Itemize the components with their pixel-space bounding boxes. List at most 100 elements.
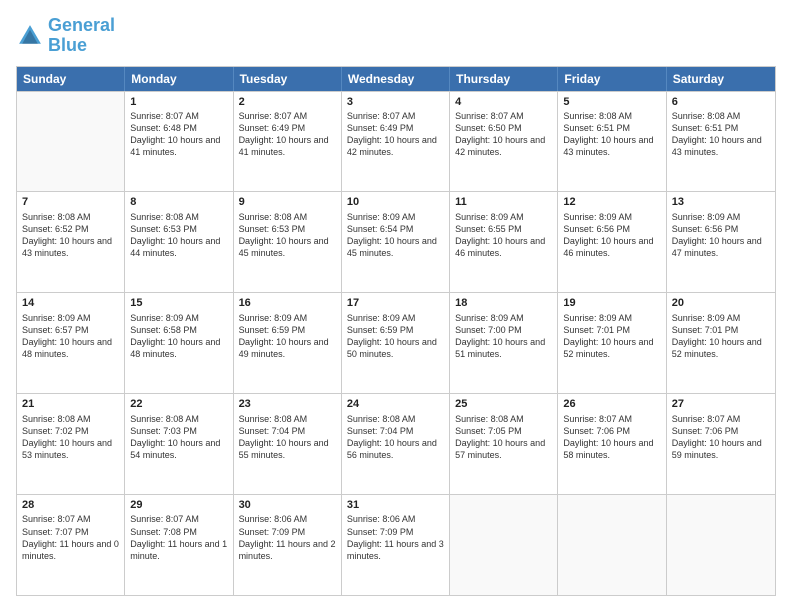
- day-number: 12: [563, 195, 660, 209]
- cell-details: Sunrise: 8:08 AM Sunset: 6:52 PM Dayligh…: [22, 211, 119, 260]
- day-cell-26: 26Sunrise: 8:07 AM Sunset: 7:06 PM Dayli…: [558, 394, 666, 494]
- day-cell-3: 3Sunrise: 8:07 AM Sunset: 6:49 PM Daylig…: [342, 92, 450, 192]
- empty-cell: [17, 92, 125, 192]
- day-cell-5: 5Sunrise: 8:08 AM Sunset: 6:51 PM Daylig…: [558, 92, 666, 192]
- day-cell-29: 29Sunrise: 8:07 AM Sunset: 7:08 PM Dayli…: [125, 495, 233, 595]
- day-cell-1: 1Sunrise: 8:07 AM Sunset: 6:48 PM Daylig…: [125, 92, 233, 192]
- day-cell-9: 9 Sunrise: 8:08 AM Sunset: 6:53 PM Daylig…: [234, 192, 342, 292]
- day-cell-25: 25 Sunrise: 8:08 AM Sunset: 7:05 PM Dayli…: [450, 394, 558, 494]
- calendar-row-2: 7 Sunrise: 8:08 AM Sunset: 6:52 PM Daylig…: [17, 191, 775, 292]
- day-cell-23: 23 Sunrise: 8:08 AM Sunset: 7:04 PM Dayli…: [234, 394, 342, 494]
- cell-details: Sunrise: 8:08 AM Sunset: 6:51 PM Dayligh…: [563, 110, 660, 159]
- cell-details: Sunrise: 8:07 AM Sunset: 7:06 PM Dayligh…: [672, 413, 770, 462]
- header-day-sunday: Sunday: [17, 67, 125, 91]
- day-cell-11: 11Sunrise: 8:09 AM Sunset: 6:55 PM Dayli…: [450, 192, 558, 292]
- cell-details: Sunrise: 8:07 AM Sunset: 7:06 PM Dayligh…: [563, 413, 660, 462]
- day-cell-31: 31Sunrise: 8:06 AM Sunset: 7:09 PM Dayli…: [342, 495, 450, 595]
- cell-details: Sunrise: 8:09 AM Sunset: 6:59 PM Dayligh…: [239, 312, 336, 361]
- day-cell-17: 17 Sunrise: 8:09 AM Sunset: 6:59 PM Dayli…: [342, 293, 450, 393]
- cell-details: Sunrise: 8:08 AM Sunset: 6:53 PM Dayligh…: [239, 211, 336, 260]
- day-number: 31: [347, 498, 444, 512]
- calendar-row-5: 28Sunrise: 8:07 AM Sunset: 7:07 PM Dayli…: [17, 494, 775, 595]
- cell-details: Sunrise: 8:08 AM Sunset: 7:03 PM Dayligh…: [130, 413, 227, 462]
- logo: General Blue: [16, 16, 115, 56]
- header-day-wednesday: Wednesday: [342, 67, 450, 91]
- day-cell-13: 13 Sunrise: 8:09 AM Sunset: 6:56 PM Dayli…: [667, 192, 775, 292]
- day-cell-21: 21Sunrise: 8:08 AM Sunset: 7:02 PM Dayli…: [17, 394, 125, 494]
- day-cell-20: 20Sunrise: 8:09 AM Sunset: 7:01 PM Dayli…: [667, 293, 775, 393]
- cell-details: Sunrise: 8:08 AM Sunset: 7:04 PM Dayligh…: [347, 413, 444, 462]
- day-number: 5: [563, 95, 660, 109]
- day-number: 28: [22, 498, 119, 512]
- calendar: SundayMondayTuesdayWednesdayThursdayFrid…: [16, 66, 776, 596]
- cell-details: Sunrise: 8:09 AM Sunset: 6:56 PM Dayligh…: [563, 211, 660, 260]
- empty-cell: [667, 495, 775, 595]
- day-number: 13: [672, 195, 770, 209]
- cell-details: Sunrise: 8:07 AM Sunset: 6:49 PM Dayligh…: [239, 110, 336, 159]
- day-cell-6: 6Sunrise: 8:08 AM Sunset: 6:51 PM Daylig…: [667, 92, 775, 192]
- day-number: 25: [455, 397, 552, 411]
- day-number: 16: [239, 296, 336, 310]
- empty-cell: [558, 495, 666, 595]
- calendar-row-3: 14Sunrise: 8:09 AM Sunset: 6:57 PM Dayli…: [17, 292, 775, 393]
- day-cell-2: 2Sunrise: 8:07 AM Sunset: 6:49 PM Daylig…: [234, 92, 342, 192]
- day-number: 19: [563, 296, 660, 310]
- day-cell-27: 27 Sunrise: 8:07 AM Sunset: 7:06 PM Dayli…: [667, 394, 775, 494]
- cell-details: Sunrise: 8:09 AM Sunset: 6:54 PM Dayligh…: [347, 211, 444, 260]
- day-cell-8: 8 Sunrise: 8:08 AM Sunset: 6:53 PM Daylig…: [125, 192, 233, 292]
- cell-details: Sunrise: 8:09 AM Sunset: 6:59 PM Dayligh…: [347, 312, 444, 361]
- day-number: 23: [239, 397, 336, 411]
- day-cell-30: 30Sunrise: 8:06 AM Sunset: 7:09 PM Dayli…: [234, 495, 342, 595]
- day-cell-12: 12 Sunrise: 8:09 AM Sunset: 6:56 PM Dayli…: [558, 192, 666, 292]
- cell-details: Sunrise: 8:08 AM Sunset: 6:51 PM Dayligh…: [672, 110, 770, 159]
- cell-details: Sunrise: 8:09 AM Sunset: 6:56 PM Dayligh…: [672, 211, 770, 260]
- cell-details: Sunrise: 8:09 AM Sunset: 7:00 PM Dayligh…: [455, 312, 552, 361]
- day-cell-14: 14Sunrise: 8:09 AM Sunset: 6:57 PM Dayli…: [17, 293, 125, 393]
- cell-details: Sunrise: 8:06 AM Sunset: 7:09 PM Dayligh…: [347, 513, 444, 562]
- cell-details: Sunrise: 8:08 AM Sunset: 7:04 PM Dayligh…: [239, 413, 336, 462]
- day-cell-15: 15Sunrise: 8:09 AM Sunset: 6:58 PM Dayli…: [125, 293, 233, 393]
- day-cell-28: 28Sunrise: 8:07 AM Sunset: 7:07 PM Dayli…: [17, 495, 125, 595]
- day-number: 3: [347, 95, 444, 109]
- day-number: 11: [455, 195, 552, 209]
- day-cell-24: 24Sunrise: 8:08 AM Sunset: 7:04 PM Dayli…: [342, 394, 450, 494]
- calendar-row-4: 21Sunrise: 8:08 AM Sunset: 7:02 PM Dayli…: [17, 393, 775, 494]
- cell-details: Sunrise: 8:07 AM Sunset: 7:07 PM Dayligh…: [22, 513, 119, 562]
- day-cell-16: 16 Sunrise: 8:09 AM Sunset: 6:59 PM Dayli…: [234, 293, 342, 393]
- day-number: 7: [22, 195, 119, 209]
- cell-details: Sunrise: 8:08 AM Sunset: 7:05 PM Dayligh…: [455, 413, 552, 462]
- header-day-tuesday: Tuesday: [234, 67, 342, 91]
- day-cell-10: 10Sunrise: 8:09 AM Sunset: 6:54 PM Dayli…: [342, 192, 450, 292]
- cell-details: Sunrise: 8:07 AM Sunset: 6:49 PM Dayligh…: [347, 110, 444, 159]
- cell-details: Sunrise: 8:07 AM Sunset: 6:50 PM Dayligh…: [455, 110, 552, 159]
- header-day-monday: Monday: [125, 67, 233, 91]
- logo-text: General Blue: [48, 16, 115, 56]
- day-number: 27: [672, 397, 770, 411]
- cell-details: Sunrise: 8:09 AM Sunset: 6:57 PM Dayligh…: [22, 312, 119, 361]
- cell-details: Sunrise: 8:09 AM Sunset: 7:01 PM Dayligh…: [672, 312, 770, 361]
- header-day-thursday: Thursday: [450, 67, 558, 91]
- day-number: 9: [239, 195, 336, 209]
- day-cell-18: 18Sunrise: 8:09 AM Sunset: 7:00 PM Dayli…: [450, 293, 558, 393]
- cell-details: Sunrise: 8:09 AM Sunset: 7:01 PM Dayligh…: [563, 312, 660, 361]
- header: General Blue: [16, 16, 776, 56]
- page: General Blue SundayMondayTuesdayWednesda…: [0, 0, 792, 612]
- day-number: 22: [130, 397, 227, 411]
- day-number: 2: [239, 95, 336, 109]
- calendar-body: 1Sunrise: 8:07 AM Sunset: 6:48 PM Daylig…: [17, 91, 775, 595]
- day-cell-4: 4Sunrise: 8:07 AM Sunset: 6:50 PM Daylig…: [450, 92, 558, 192]
- day-number: 8: [130, 195, 227, 209]
- day-number: 6: [672, 95, 770, 109]
- day-number: 30: [239, 498, 336, 512]
- cell-details: Sunrise: 8:09 AM Sunset: 6:58 PM Dayligh…: [130, 312, 227, 361]
- cell-details: Sunrise: 8:07 AM Sunset: 6:48 PM Dayligh…: [130, 110, 227, 159]
- cell-details: Sunrise: 8:08 AM Sunset: 6:53 PM Dayligh…: [130, 211, 227, 260]
- cell-details: Sunrise: 8:06 AM Sunset: 7:09 PM Dayligh…: [239, 513, 336, 562]
- empty-cell: [450, 495, 558, 595]
- header-day-friday: Friday: [558, 67, 666, 91]
- day-cell-19: 19 Sunrise: 8:09 AM Sunset: 7:01 PM Dayli…: [558, 293, 666, 393]
- day-number: 29: [130, 498, 227, 512]
- day-cell-22: 22 Sunrise: 8:08 AM Sunset: 7:03 PM Dayli…: [125, 394, 233, 494]
- header-day-saturday: Saturday: [667, 67, 775, 91]
- day-number: 17: [347, 296, 444, 310]
